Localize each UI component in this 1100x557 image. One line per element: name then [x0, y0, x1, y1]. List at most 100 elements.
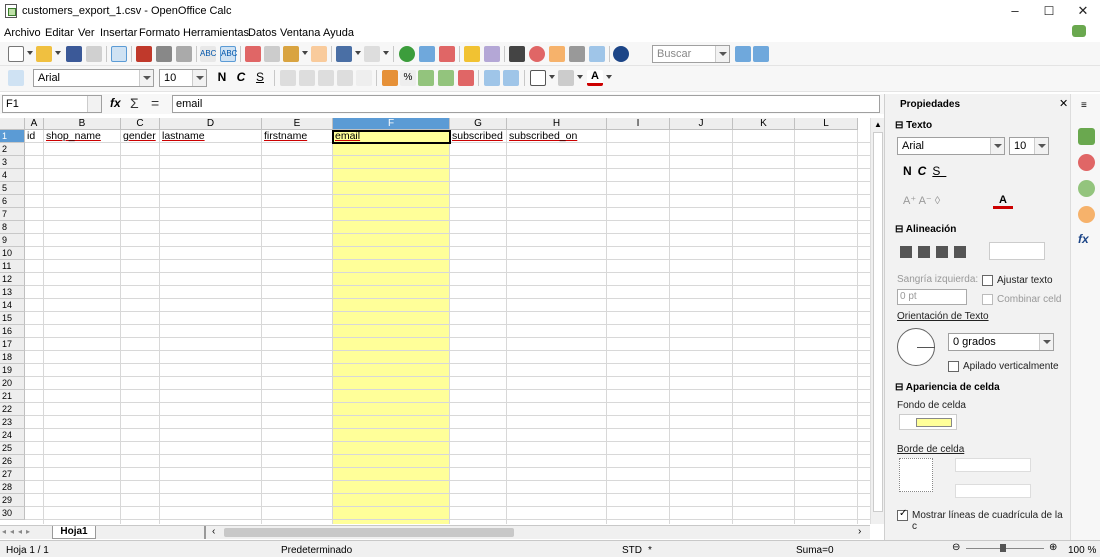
- open-folder-icon[interactable]: [36, 46, 52, 62]
- copy-icon[interactable]: [264, 46, 280, 62]
- align-right-icon[interactable]: [318, 70, 334, 86]
- name-box-dropdown-icon[interactable]: [87, 96, 101, 112]
- horizontal-scroll-thumb[interactable]: [224, 528, 514, 537]
- cell-e1[interactable]: firstname: [263, 130, 333, 143]
- decrease-indent-icon[interactable]: [484, 70, 500, 86]
- add-decimal-icon[interactable]: [438, 70, 454, 86]
- cell-border-picker[interactable]: [899, 458, 933, 492]
- background-color-icon[interactable]: [558, 70, 574, 86]
- row-header-21[interactable]: 21: [0, 390, 25, 403]
- function-wizard-button[interactable]: fx: [110, 96, 121, 110]
- row-header-24[interactable]: 24: [0, 429, 25, 442]
- undo-dropdown-icon[interactable]: [355, 51, 361, 55]
- cell-g1[interactable]: subscribed: [451, 130, 507, 143]
- redo-dropdown-icon[interactable]: [383, 51, 389, 55]
- row-header-4[interactable]: 4: [0, 169, 25, 182]
- search-dropdown-icon[interactable]: [715, 46, 729, 62]
- chart-icon[interactable]: [464, 46, 480, 62]
- redo-icon[interactable]: [364, 46, 380, 62]
- row-header-6[interactable]: 6: [0, 195, 25, 208]
- border-line-style-select[interactable]: [955, 458, 1031, 472]
- font-name-dropdown-icon[interactable]: [139, 70, 153, 86]
- percent-format-icon[interactable]: %: [400, 70, 416, 86]
- draw-functions-icon[interactable]: [484, 46, 500, 62]
- sum-button[interactable]: Σ: [130, 95, 139, 111]
- menu-ver[interactable]: Ver: [78, 27, 95, 39]
- row-header-13[interactable]: 13: [0, 286, 25, 299]
- zoom-level[interactable]: 100 %: [1068, 545, 1096, 556]
- sidebar-vertical-align-icons[interactable]: [989, 242, 1045, 260]
- row-header-29[interactable]: 29: [0, 494, 25, 507]
- formula-input[interactable]: email: [172, 95, 880, 113]
- sidebar-font-dropdown-icon[interactable]: [990, 138, 1004, 154]
- close-document-icon[interactable]: [1072, 25, 1086, 37]
- row-header-25[interactable]: 25: [0, 442, 25, 455]
- menu-insertar[interactable]: Insertar: [100, 27, 137, 39]
- menu-datos[interactable]: Datos: [248, 27, 277, 39]
- column-header-a[interactable]: A: [25, 118, 44, 130]
- new-document-icon[interactable]: [8, 46, 24, 62]
- background-color-dropdown-icon[interactable]: [577, 75, 583, 79]
- cut-icon[interactable]: [245, 46, 261, 62]
- vertical-scrollbar[interactable]: ▲: [870, 118, 884, 524]
- print-icon[interactable]: [156, 46, 172, 62]
- gallery-deck-icon[interactable]: [1078, 180, 1095, 197]
- align-center-icon[interactable]: [299, 70, 315, 86]
- underline-button[interactable]: S: [253, 70, 267, 84]
- sort-descending-icon[interactable]: [439, 46, 455, 62]
- row-header-9[interactable]: 9: [0, 234, 25, 247]
- cell-d1[interactable]: lastname: [161, 130, 262, 143]
- save-icon[interactable]: [66, 46, 82, 62]
- sidebar-size-select[interactable]: 10: [1009, 137, 1049, 155]
- row-header-28[interactable]: 28: [0, 481, 25, 494]
- menu-herramientas[interactable]: Herramientas: [183, 27, 249, 39]
- borders-icon[interactable]: [530, 70, 546, 86]
- sort-ascending-icon[interactable]: [419, 46, 435, 62]
- find-previous-icon[interactable]: [753, 46, 769, 62]
- row-header-15[interactable]: 15: [0, 312, 25, 325]
- row-header-23[interactable]: 23: [0, 416, 25, 429]
- sheet-tab-hoja1[interactable]: Hoja1: [52, 526, 96, 539]
- row-header-8[interactable]: 8: [0, 221, 25, 234]
- menu-formato[interactable]: Formato: [139, 27, 180, 39]
- column-header-l[interactable]: L: [795, 118, 858, 130]
- font-size-dropdown-icon[interactable]: [192, 70, 206, 86]
- font-name-select[interactable]: Arial: [33, 69, 154, 87]
- row-header-2[interactable]: 2: [0, 143, 25, 156]
- edit-file-icon[interactable]: [111, 46, 127, 62]
- new-dropdown-icon[interactable]: [27, 51, 33, 55]
- column-header-g[interactable]: G: [450, 118, 507, 130]
- row-header-12[interactable]: 12: [0, 273, 25, 286]
- spellcheck-icon[interactable]: ABC: [200, 46, 216, 62]
- page-style-indicator[interactable]: Predeterminado: [281, 545, 352, 556]
- styles-icon[interactable]: [8, 70, 24, 86]
- zoom-in-icon[interactable]: ⊕: [1049, 542, 1057, 553]
- menu-editar[interactable]: Editar: [45, 27, 74, 39]
- row-header-22[interactable]: 22: [0, 403, 25, 416]
- minimize-button[interactable]: –: [1000, 2, 1030, 20]
- show-gridlines-checkbox[interactable]: ✓: [897, 508, 908, 521]
- navigator-deck-icon[interactable]: [1078, 206, 1095, 223]
- cell-h1[interactable]: subscribed_on: [508, 130, 607, 143]
- delete-decimal-icon[interactable]: [458, 70, 474, 86]
- tab-splitter[interactable]: [204, 526, 206, 539]
- row-header-18[interactable]: 18: [0, 351, 25, 364]
- menu-ventana[interactable]: Ventana: [280, 27, 320, 39]
- bold-button[interactable]: N: [215, 70, 229, 84]
- italic-button[interactable]: C: [234, 70, 248, 84]
- column-header-i[interactable]: I: [607, 118, 670, 130]
- zoom-slider-handle[interactable]: [1000, 544, 1006, 552]
- autospellcheck-icon[interactable]: ABC: [220, 46, 237, 62]
- orientation-degrees-select[interactable]: 0 grados: [948, 333, 1054, 351]
- justify-icon[interactable]: [337, 70, 353, 86]
- menu-archivo[interactable]: Archivo: [4, 27, 41, 39]
- column-header-h[interactable]: H: [507, 118, 607, 130]
- sidebar-text-style-buttons[interactable]: NCS: [903, 164, 946, 178]
- zoom-icon[interactable]: [589, 46, 605, 62]
- standard-format-icon[interactable]: [418, 70, 434, 86]
- row-header-16[interactable]: 16: [0, 325, 25, 338]
- row-header-14[interactable]: 14: [0, 299, 25, 312]
- find-replace-icon[interactable]: [509, 46, 525, 62]
- sidebar-close-icon[interactable]: ✕: [1059, 97, 1068, 110]
- zoom-out-icon[interactable]: ⊖: [952, 542, 960, 553]
